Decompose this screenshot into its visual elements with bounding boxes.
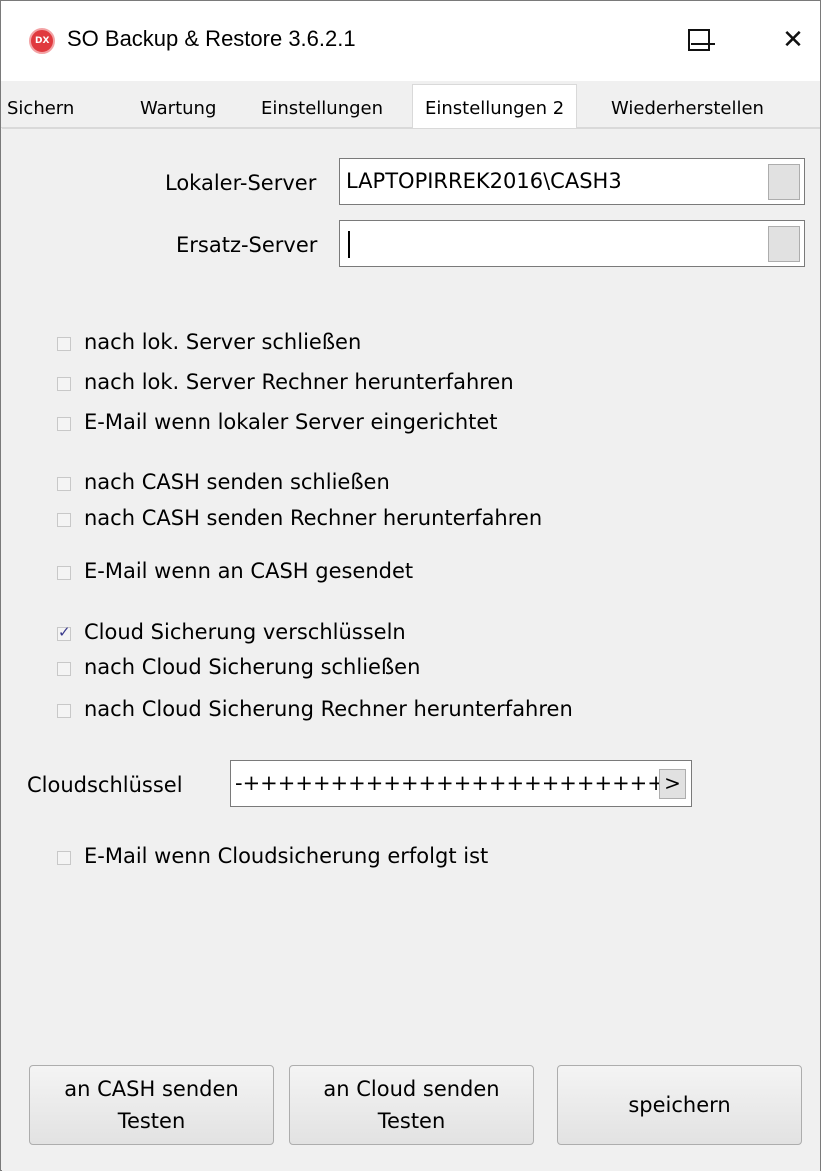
save-button[interactable]: speichern: [557, 1065, 802, 1145]
checkbox-box[interactable]: [57, 704, 71, 718]
checkbox-box-checked[interactable]: [57, 623, 71, 641]
checkbox-box[interactable]: [57, 477, 71, 491]
checkbox-label: nach Cloud Sicherung Rechner herunterfah…: [84, 697, 573, 721]
cloud-key-field[interactable]: -+++++++++++++++++++++++++ >: [230, 760, 692, 807]
checkbox-box[interactable]: [57, 337, 71, 351]
close-button[interactable]: ✕: [763, 15, 821, 65]
local-server-label: Lokaler-Server: [165, 171, 317, 195]
replacement-server-field[interactable]: [339, 220, 805, 267]
maximize-icon: [688, 29, 710, 51]
checkbox-box[interactable]: [57, 566, 71, 580]
cloud-key-value: -+++++++++++++++++++++++++: [235, 771, 683, 795]
window-title: SO Backup & Restore 3.6.2.1: [67, 26, 356, 51]
checkbox-box[interactable]: [57, 662, 71, 676]
checkbox-label: nach Cloud Sicherung schließen: [84, 655, 421, 679]
button-label: speichern: [628, 1093, 731, 1117]
app-logo-icon: [29, 28, 55, 54]
tab-wiederherstellen[interactable]: Wiederherstellen: [611, 91, 764, 128]
checkbox-label: E-Mail wenn Cloudsicherung erfolgt ist: [84, 844, 489, 868]
checkbox-label: nach lok. Server schließen: [84, 330, 362, 354]
test-cloud-send-button[interactable]: an Cloud senden Testen: [289, 1065, 534, 1145]
tab-einstellungen-2[interactable]: Einstellungen 2: [412, 84, 578, 129]
checkbox-box[interactable]: [57, 417, 71, 431]
replacement-server-browse-button[interactable]: [768, 226, 800, 262]
settings-panel: [2, 128, 820, 1171]
title-bar[interactable]: SO Backup & Restore 3.6.2.1 ✕: [1, 1, 820, 81]
checkbox-label: E-Mail wenn an CASH gesendet: [84, 559, 414, 583]
button-label: an CASH senden Testen: [64, 1077, 239, 1133]
checkbox-label: Cloud Sicherung verschlüsseln: [84, 620, 406, 644]
tab-sichern[interactable]: Sichern: [7, 91, 74, 128]
local-server-field[interactable]: LAPTOPIRREK2016\CASH3: [339, 158, 805, 205]
local-server-value: LAPTOPIRREK2016\CASH3: [346, 169, 622, 193]
tab-wartung[interactable]: Wartung: [140, 91, 216, 128]
checkbox-label: nach CASH senden Rechner herunterfahren: [84, 506, 543, 530]
application-window: SO Backup & Restore 3.6.2.1 ✕ Sichern Wa…: [0, 0, 821, 1171]
replacement-server-label: Ersatz-Server: [176, 233, 318, 257]
tab-bar: Sichern Wartung Einstellungen Einstellun…: [1, 81, 820, 129]
checkbox-box[interactable]: [57, 377, 71, 391]
close-icon: ✕: [782, 25, 804, 55]
cloud-key-label: Cloudschlüssel: [27, 773, 183, 797]
text-cursor: [348, 231, 350, 258]
cloud-key-button[interactable]: >: [659, 769, 686, 799]
checkbox-box[interactable]: [57, 513, 71, 527]
checkbox-box[interactable]: [57, 851, 71, 865]
checkbox-label: nach CASH senden schließen: [84, 470, 390, 494]
checkbox-label: nach lok. Server Rechner herunterfahren: [84, 370, 514, 394]
button-label: an Cloud senden Testen: [323, 1077, 500, 1133]
maximize-button[interactable]: [669, 15, 729, 65]
local-server-browse-button[interactable]: [768, 164, 800, 200]
tab-einstellungen[interactable]: Einstellungen: [261, 91, 383, 128]
checkbox-label: E-Mail wenn lokaler Server eingerichtet: [84, 410, 498, 434]
test-cash-send-button[interactable]: an CASH senden Testen: [29, 1065, 274, 1145]
